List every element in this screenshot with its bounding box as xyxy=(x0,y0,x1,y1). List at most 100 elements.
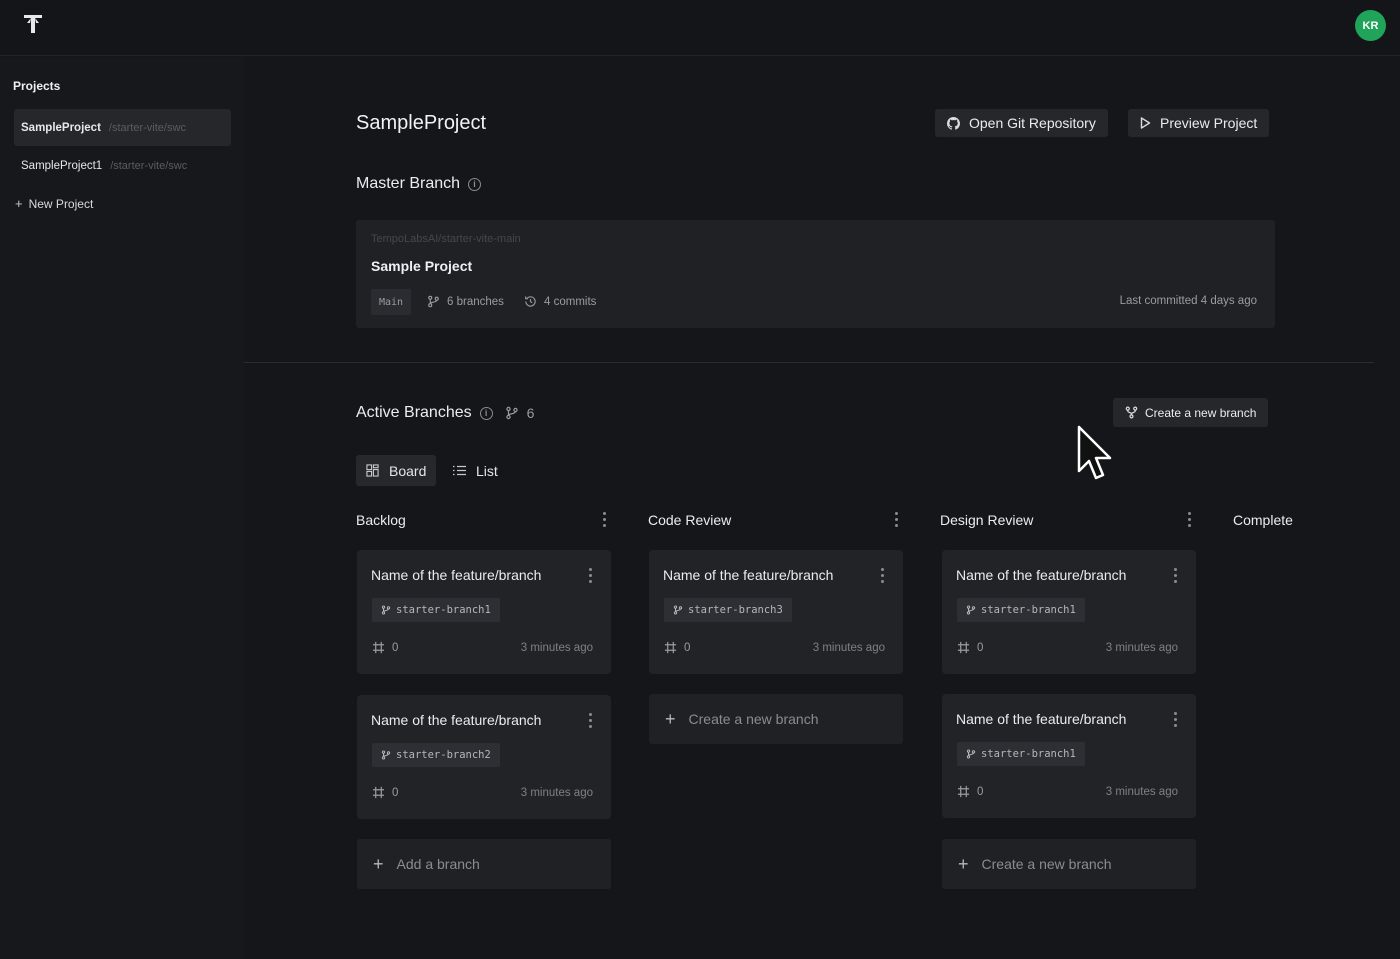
card-menu-icon[interactable] xyxy=(588,568,592,583)
board-icon xyxy=(366,464,379,477)
card-count: 0 xyxy=(372,786,398,799)
add-branch-label: Add a branch xyxy=(396,856,480,872)
card-title: Name of the feature/branch xyxy=(956,567,1127,583)
card-menu-icon[interactable] xyxy=(1173,568,1177,583)
plus-icon: + xyxy=(665,709,676,729)
plus-icon: + xyxy=(958,854,969,874)
tempo-logo-icon[interactable] xyxy=(22,12,44,36)
card-time: 3 minutes ago xyxy=(1105,786,1178,798)
card-title: Name of the feature/branch xyxy=(371,712,542,728)
projects-heading: Projects xyxy=(13,79,61,93)
active-branches-title: Active Branches xyxy=(356,404,472,421)
top-bar: KR xyxy=(0,0,1400,56)
branch-name: starter-branch1 xyxy=(981,748,1076,760)
card-count: 0 xyxy=(957,785,983,798)
branch-tag: starter-branch2 xyxy=(372,743,500,767)
create-new-branch-card-button[interactable]: + Create a new branch xyxy=(649,694,903,744)
branch-name: starter-branch1 xyxy=(981,604,1076,616)
sidebar-project-sampleproject[interactable]: SampleProject /starter-vite/swc xyxy=(14,109,231,146)
git-branch-icon xyxy=(966,605,976,615)
tab-board-label: Board xyxy=(389,462,427,479)
column-title-complete: Complete xyxy=(1233,512,1293,528)
card-time: 3 minutes ago xyxy=(520,787,593,799)
master-project-name: Sample Project xyxy=(371,258,473,274)
branch-tag: starter-branch1 xyxy=(957,598,1085,622)
card-count-value: 0 xyxy=(392,641,399,654)
project-name: SampleProject xyxy=(21,121,101,134)
card-count-value: 0 xyxy=(684,641,691,654)
tab-list[interactable]: List xyxy=(443,455,508,486)
card-count-value: 0 xyxy=(392,786,399,799)
card-menu-icon[interactable] xyxy=(588,713,592,728)
create-new-branch-button[interactable]: Create a new branch xyxy=(1113,398,1269,427)
column-title-code-review: Code Review xyxy=(648,512,732,528)
frame-icon xyxy=(372,641,385,654)
frame-icon xyxy=(957,641,970,654)
card-time: 3 minutes ago xyxy=(520,642,593,654)
frame-icon xyxy=(372,786,385,799)
repo-path: TempoLabsAI/starter-vite-main xyxy=(371,233,521,245)
git-branch-icon xyxy=(673,605,683,615)
column-menu-icon[interactable] xyxy=(602,512,606,527)
info-icon[interactable]: i xyxy=(468,177,482,191)
branch-card[interactable]: Name of the feature/branch starter-branc… xyxy=(357,550,611,674)
tab-list-label: List xyxy=(476,462,498,479)
branch-name: starter-branch2 xyxy=(396,749,491,761)
github-icon xyxy=(947,116,960,130)
branch-tag: starter-branch3 xyxy=(664,598,792,622)
card-title: Name of the feature/branch xyxy=(956,711,1127,727)
commits-count: 4 commits xyxy=(524,295,596,308)
preview-project-button[interactable]: Preview Project xyxy=(1128,109,1270,137)
tab-board[interactable]: Board xyxy=(356,455,437,486)
last-committed: Last committed 4 days ago xyxy=(1119,295,1257,307)
history-icon xyxy=(525,296,536,307)
master-branch-title: Master Branch xyxy=(356,175,461,192)
project-name: SampleProject1 xyxy=(21,159,103,172)
branch-badge: Main xyxy=(371,289,412,315)
open-git-repository-button[interactable]: Open Git Repository xyxy=(935,109,1108,137)
branch-card[interactable]: Name of the feature/branch starter-branc… xyxy=(942,694,1196,818)
column-menu-icon[interactable] xyxy=(1187,512,1191,527)
card-count-value: 0 xyxy=(977,785,984,798)
sidebar: Projects SampleProject /starter-vite/swc… xyxy=(0,57,244,959)
open-git-label: Open Git Repository xyxy=(969,115,1096,131)
plus-icon: + xyxy=(373,854,384,874)
card-title: Name of the feature/branch xyxy=(663,567,834,583)
user-avatar[interactable]: KR xyxy=(1355,10,1386,41)
git-branch-icon xyxy=(381,605,391,615)
branch-card[interactable]: Name of the feature/branch starter-branc… xyxy=(357,695,611,819)
plus-icon: + xyxy=(15,196,23,211)
master-branch-heading: Master Branch i xyxy=(356,175,482,193)
git-branch-icon xyxy=(966,749,976,759)
card-count: 0 xyxy=(664,641,690,654)
column-menu-icon[interactable] xyxy=(894,512,898,527)
git-branch-icon xyxy=(505,406,518,420)
create-new-branch-card-button[interactable]: + Create a new branch xyxy=(942,839,1196,889)
frame-icon xyxy=(664,641,677,654)
project-path: /starter-vite/swc xyxy=(108,121,186,134)
play-icon xyxy=(1140,117,1151,129)
sidebar-project-sampleproject1[interactable]: SampleProject1 /starter-vite/swc xyxy=(14,147,231,184)
info-icon[interactable]: i xyxy=(479,406,493,420)
card-count: 0 xyxy=(372,641,398,654)
active-branch-count: 6 xyxy=(526,405,535,421)
main-content: SampleProject Open Git Repository Previe… xyxy=(244,57,1400,959)
frame-icon xyxy=(957,785,970,798)
create-branch-label: Create a new branch xyxy=(1145,405,1257,420)
preview-label: Preview Project xyxy=(1160,115,1258,131)
card-menu-icon[interactable] xyxy=(1173,712,1177,727)
card-menu-icon[interactable] xyxy=(880,568,884,583)
mouse-cursor-icon xyxy=(1077,425,1112,480)
add-branch-button[interactable]: + Add a branch xyxy=(357,839,611,889)
git-branch-icon xyxy=(428,295,439,308)
branch-card[interactable]: Name of the feature/branch starter-branc… xyxy=(649,550,903,674)
card-count-value: 0 xyxy=(977,641,984,654)
new-project-button[interactable]: + New Project xyxy=(15,196,93,211)
branch-card[interactable]: Name of the feature/branch starter-branc… xyxy=(942,550,1196,674)
create-branch-card-label: Create a new branch xyxy=(981,856,1112,872)
column-title-backlog: Backlog xyxy=(356,512,406,528)
branches-count-label: 6 branches xyxy=(447,295,504,308)
git-fork-icon xyxy=(1125,406,1138,419)
master-branch-card[interactable]: TempoLabsAI/starter-vite-main Sample Pro… xyxy=(356,220,1275,328)
column-title-design-review: Design Review xyxy=(940,512,1034,528)
